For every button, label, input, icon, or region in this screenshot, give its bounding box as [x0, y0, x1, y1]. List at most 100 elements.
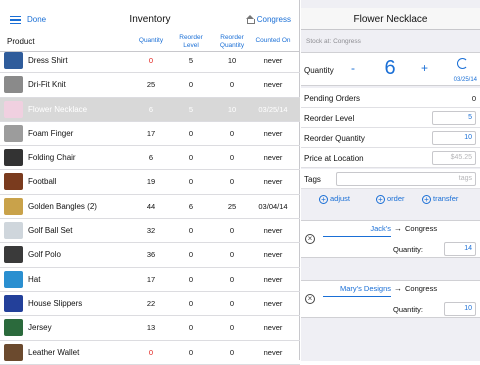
- home-icon: [245, 15, 255, 24]
- cell-reorder-level: 0: [188, 250, 194, 260]
- product-thumbnail: [4, 76, 23, 94]
- inventory-nav-bar: Done Inventory Congress: [0, 8, 300, 30]
- adjust-label: adjust: [330, 194, 351, 203]
- cell-reorder-quantity: 0: [229, 153, 235, 163]
- cell-reorder-quantity: 0: [229, 250, 235, 260]
- table-row[interactable]: Football 19 0 0 never: [0, 170, 300, 195]
- price-field[interactable]: $45.25: [432, 151, 476, 165]
- add-circle-icon: +: [422, 195, 431, 204]
- cell-counted-on: 03/04/14: [258, 201, 288, 211]
- cell-reorder-level: 5: [188, 104, 194, 114]
- cell-counted-on: never: [263, 226, 283, 236]
- cell-reorder-level: 0: [188, 128, 194, 138]
- transfer-to: Congress: [405, 284, 438, 293]
- tags-field[interactable]: tags: [336, 172, 476, 186]
- tags-label: Tags: [304, 175, 321, 184]
- location-button[interactable]: Congress: [245, 15, 291, 24]
- cell-reorder-level: 5: [188, 56, 194, 65]
- location-label: Congress: [256, 15, 291, 24]
- detail-pane: Flower Necklace Stock at: Congress Quant…: [301, 0, 480, 360]
- column-reorder-level[interactable]: Reorder Level: [172, 34, 210, 50]
- product-name: Foam Finger: [28, 128, 74, 138]
- refresh-icon[interactable]: [457, 58, 468, 69]
- reorder-quantity-field[interactable]: 10: [432, 131, 476, 145]
- product-thumbnail: [4, 222, 23, 240]
- cell-reorder-level: 0: [188, 177, 194, 187]
- cell-quantity: 6: [148, 104, 154, 114]
- cell-reorder-level: 0: [188, 347, 194, 357]
- pending-orders-label: Pending Orders: [304, 94, 361, 103]
- cell-counted-on: 03/25/14: [258, 104, 288, 114]
- table-row[interactable]: Leather Wallet 0 0 0 never: [0, 341, 300, 365]
- transfer-quantity-label: Quantity:: [393, 245, 424, 254]
- table-row[interactable]: Hat 17 0 0 never: [0, 268, 300, 292]
- adjust-button[interactable]: + adjust: [319, 194, 350, 204]
- product-thumbnail: [4, 246, 23, 264]
- table-row[interactable]: Golden Bangles (2) 44 6 25 03/04/14: [0, 195, 300, 220]
- order-button[interactable]: + order: [376, 194, 405, 204]
- product-thumbnail: [4, 173, 23, 191]
- table-row[interactable]: Flower Necklace 6 5 10 03/25/14: [0, 97, 300, 122]
- reorder-quantity-row: Reorder Quantity 10: [301, 128, 480, 148]
- cell-reorder-level: 0: [188, 274, 194, 284]
- cell-counted-on: never: [263, 298, 283, 308]
- quantity-value[interactable]: 6: [373, 57, 407, 80]
- column-reorder-quantity[interactable]: Reorder Quantity: [212, 34, 252, 50]
- remove-transfer-icon[interactable]: ×: [305, 294, 315, 304]
- transfer-to: Congress: [405, 224, 438, 233]
- pending-orders-row: Pending Orders 0: [301, 88, 480, 108]
- product-thumbnail: [4, 52, 23, 69]
- price-label: Price at Location: [304, 154, 364, 163]
- product-name: Golf Polo: [28, 250, 61, 260]
- table-row[interactable]: Dress Shirt 0 5 10 never: [0, 49, 300, 74]
- cell-quantity: 17: [146, 274, 156, 284]
- increment-button[interactable]: +: [421, 61, 428, 75]
- table-row[interactable]: Dri-Fit Knit 25 0 0 never: [0, 73, 300, 98]
- product-thumbnail: [4, 294, 23, 312]
- table-row[interactable]: Folding Chair 6 0 0 never: [0, 146, 300, 171]
- cell-reorder-quantity: 0: [229, 274, 235, 284]
- cell-reorder-quantity: 0: [229, 177, 235, 187]
- cell-reorder-quantity: 0: [229, 298, 235, 308]
- cell-counted-on: never: [263, 250, 283, 260]
- cell-quantity: 32: [146, 226, 156, 236]
- transfer-quantity-field[interactable]: 14: [444, 242, 476, 256]
- cell-reorder-quantity: 0: [229, 347, 235, 357]
- pending-orders-value: 0: [471, 94, 476, 103]
- cell-counted-on: never: [263, 56, 283, 65]
- cell-reorder-level: 0: [188, 323, 194, 333]
- table-row[interactable]: Golf Ball Set 32 0 0 never: [0, 219, 300, 244]
- reorder-level-field[interactable]: 5: [432, 111, 476, 125]
- table-row[interactable]: Jersey 13 0 0 never: [0, 316, 300, 341]
- product-thumbnail: [4, 100, 23, 118]
- cell-quantity: 22: [146, 298, 156, 308]
- cell-reorder-quantity: 10: [227, 104, 237, 114]
- reorder-level-label: Reorder Level: [304, 114, 355, 123]
- cell-quantity: 17: [146, 128, 156, 138]
- product-name: Leather Wallet: [28, 347, 80, 357]
- remove-transfer-icon[interactable]: ×: [305, 234, 315, 244]
- product-thumbnail: [4, 270, 23, 288]
- product-name: Jersey: [28, 323, 52, 333]
- transfer-from[interactable]: Jack's: [323, 224, 391, 237]
- table-row[interactable]: Foam Finger 17 0 0 never: [0, 122, 300, 147]
- cell-reorder-quantity: 0: [229, 323, 235, 333]
- column-counted-on[interactable]: Counted On: [252, 37, 294, 45]
- product-thumbnail: [4, 197, 23, 215]
- transfer-quantity-field[interactable]: 10: [444, 302, 476, 316]
- table-row[interactable]: House Slippers 22 0 0 never: [0, 292, 300, 317]
- cell-counted-on: never: [263, 323, 283, 333]
- transfer-button[interactable]: + transfer: [422, 194, 458, 204]
- transfer-label: transfer: [433, 194, 459, 203]
- add-circle-icon: +: [376, 195, 385, 204]
- cell-quantity: 13: [146, 323, 156, 333]
- product-name: Golf Ball Set: [28, 226, 73, 236]
- cell-reorder-level: 6: [188, 201, 194, 211]
- column-quantity[interactable]: Quantity: [131, 37, 171, 45]
- decrement-button[interactable]: -: [351, 61, 355, 75]
- product-name: Golden Bangles (2): [28, 201, 97, 211]
- cell-reorder-quantity: 25: [227, 201, 237, 211]
- table-row[interactable]: Golf Polo 36 0 0 never: [0, 243, 300, 268]
- product-name: Dress Shirt: [28, 56, 68, 65]
- transfer-from[interactable]: Mary's Designs: [323, 284, 391, 297]
